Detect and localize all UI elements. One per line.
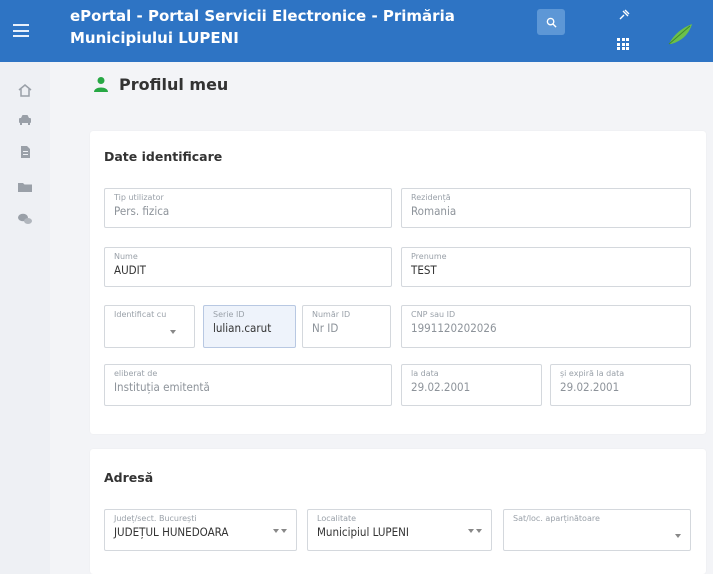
car-icon[interactable] — [17, 111, 33, 125]
residence-field[interactable]: Rezidență Romania — [401, 188, 691, 228]
clear-icon[interactable] — [468, 529, 474, 533]
first-name-field[interactable]: Prenume TEST — [401, 247, 691, 287]
chevron-down-icon — [170, 330, 176, 334]
document-icon[interactable] — [17, 144, 33, 158]
expiry-date-field[interactable]: și expiră la data 29.02.2001 — [550, 364, 691, 406]
leaf-logo-icon[interactable] — [664, 20, 696, 48]
identification-card: Date identificare Tip utilizator Pers. f… — [90, 131, 706, 434]
address-section-title: Adresă — [104, 470, 154, 485]
side-rail — [0, 62, 50, 574]
folder-icon[interactable] — [17, 179, 33, 193]
user-icon — [94, 77, 108, 92]
identification-section-title: Date identificare — [104, 149, 223, 164]
county-select[interactable]: Județ/sect. București JUDEȚUL HUNEDOARA — [104, 509, 297, 551]
pin-icon[interactable] — [618, 9, 630, 21]
chevron-down-icon — [476, 529, 482, 533]
menu-icon[interactable] — [13, 24, 29, 37]
user-type-field[interactable]: Tip utilizator Pers. fizica — [104, 188, 392, 228]
chevron-down-icon — [281, 529, 287, 533]
home-icon[interactable] — [17, 82, 33, 97]
address-card: Adresă Județ/sect. București JUDEȚUL HUN… — [90, 449, 706, 574]
chat-icon[interactable] — [17, 211, 33, 225]
search-icon — [546, 17, 557, 28]
id-number-field[interactable]: Număr ID Nr ID — [302, 305, 391, 348]
locality-select[interactable]: Localitate Municipiul LUPENI — [307, 509, 492, 551]
search-button[interactable] — [537, 9, 565, 35]
cnp-field[interactable]: CNP sau ID 1991120202026 — [401, 305, 691, 348]
clear-icon[interactable] — [273, 529, 279, 533]
issue-date-field[interactable]: la data 29.02.2001 — [401, 364, 542, 406]
last-name-field[interactable]: Nume AUDIT — [104, 247, 392, 287]
chevron-down-icon — [675, 534, 681, 538]
village-select[interactable]: Sat/loc. aparținătoare — [503, 509, 691, 551]
apps-grid-icon[interactable] — [617, 38, 629, 50]
identified-with-select[interactable]: Identificat cu — [104, 305, 195, 348]
app-title: ePortal - Portal Servicii Electronice - … — [70, 7, 455, 47]
page-title: Profilul meu — [119, 74, 229, 94]
issued-by-field[interactable]: eliberat de Instituția emitentă — [104, 364, 392, 406]
page-heading: Profilul meu — [94, 72, 228, 96]
top-bar: ePortal - Portal Servicii Electronice - … — [0, 0, 713, 62]
id-series-field[interactable]: Serie ID lulian.carut — [203, 305, 296, 348]
